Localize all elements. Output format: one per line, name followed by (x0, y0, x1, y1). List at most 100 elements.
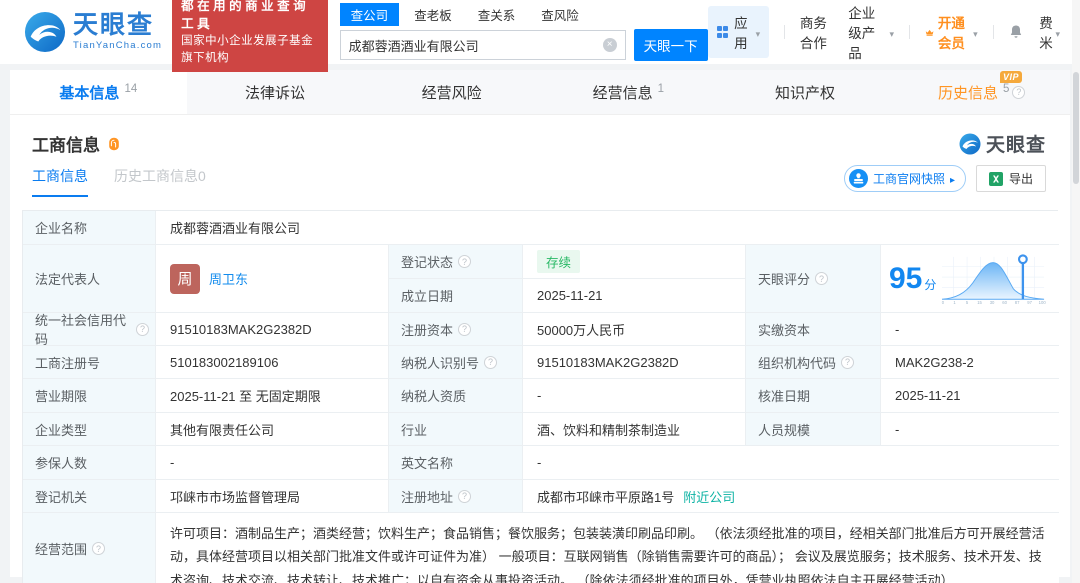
value-industry: 酒、饮料和精制茶制造业 (523, 413, 746, 446)
label-org-code: 组织机构代码 (746, 346, 881, 379)
menu-open-vip[interactable]: 开通会员 (925, 12, 978, 52)
snapshot-button-label: 工商官网快照 (873, 170, 945, 187)
value-registration-status: 存续 (523, 245, 746, 279)
help-question-icon[interactable] (841, 356, 854, 369)
business-info-table: 企业名称 成都蓉酒酒业有限公司 法定代表人 周 周卫东 登记状态 存续 天眼评分… (22, 210, 1058, 583)
watermark-text: 天眼查 (986, 130, 1046, 157)
svg-text:15: 15 (978, 300, 983, 305)
tab-label: 经营信息 (593, 82, 653, 103)
label-registration-authority: 登记机关 (23, 480, 156, 513)
tab-label: 历史信息 VIP (938, 82, 998, 103)
tab-basic-info[interactable]: 基本信息 14 (10, 70, 187, 114)
username: 费米 (1039, 12, 1053, 52)
value-establish-date: 2025-11-21 (523, 279, 746, 313)
search-input[interactable] (341, 38, 603, 53)
export-button[interactable]: 导出 (976, 165, 1046, 192)
chevron-down-icon (1053, 25, 1060, 40)
apps-menu-label: 应用 (734, 12, 748, 52)
logo-subtitle: TianYanCha.com (73, 40, 162, 51)
subtab-business-info[interactable]: 工商信息 (32, 166, 88, 197)
label-registration-number: 工商注册号 (23, 346, 156, 379)
excel-export-icon (989, 172, 1003, 186)
arrow-right-icon (950, 172, 955, 186)
score-unit: 分 (924, 276, 936, 293)
value-legal-representative: 周 周卫东 (156, 245, 389, 313)
logo-title: 天眼查 (73, 13, 162, 38)
label-credit-code: 统一社会信用代码 (23, 313, 156, 346)
label-company-name: 企业名称 (23, 211, 156, 245)
tab-history-info[interactable]: 历史信息 VIP 5 (893, 70, 1070, 114)
search-tab-relation[interactable]: 查关系 (467, 3, 527, 26)
tianyancha-watermark: 天眼查 (959, 130, 1046, 157)
tab-count: 5 (1003, 83, 1009, 95)
tab-label: 知识产权 (775, 82, 835, 103)
page-scrollbar (1072, 0, 1080, 583)
tab-operating-risk[interactable]: 经营风险 (363, 70, 540, 114)
company-detail-card: 基本信息 14 法律诉讼 经营风险 经营信息 1 知识产权 历史信息 VIP 5… (10, 70, 1070, 577)
clear-search-icon[interactable] (603, 38, 617, 52)
help-question-icon[interactable] (458, 490, 471, 503)
value-registered-address: 成都市邛崃市平原路1号 附近公司 (523, 480, 1059, 513)
stamp-icon (849, 169, 868, 188)
apps-grid-icon (717, 26, 729, 38)
label-establish-date: 成立日期 (389, 279, 523, 313)
value-taxpayer-id: 91510183MAK2G2382D (523, 346, 746, 379)
tab-count: 1 (658, 83, 664, 95)
vip-crown-icon (925, 26, 934, 39)
tab-label: 经营风险 (422, 82, 482, 103)
help-question-icon[interactable] (458, 255, 471, 268)
scrollbar-thumb[interactable] (1073, 72, 1079, 184)
status-badge: 存续 (537, 250, 580, 273)
open-vip-label: 开通会员 (938, 12, 967, 52)
user-menu[interactable]: 费米 (1039, 12, 1060, 52)
score-distribution-chart: 0 1 5 15 30 60 87 97 100 (938, 253, 1050, 305)
legal-rep-link[interactable]: 周卫东 (209, 269, 248, 288)
tab-operating-info[interactable]: 经营信息 1 (540, 70, 717, 114)
svg-text:0: 0 (942, 300, 945, 305)
value-org-code: MAK2G238-2 (881, 346, 1059, 379)
value-tianyan-score[interactable]: 95 分 0 1 (881, 245, 1059, 313)
value-staff-size: - (881, 413, 1059, 446)
search-tab-company[interactable]: 查公司 (340, 3, 400, 26)
label-business-scope: 经营范围 (23, 513, 156, 583)
value-paid-capital: - (881, 313, 1059, 346)
svg-text:1: 1 (954, 300, 957, 305)
search-button[interactable]: 天眼一下 (634, 29, 708, 61)
help-question-icon[interactable] (815, 272, 828, 285)
tab-legal-proceedings[interactable]: 法律诉讼 (187, 70, 364, 114)
legal-rep-avatar[interactable]: 周 (170, 264, 200, 294)
value-taxpayer-quality: - (523, 379, 746, 413)
nearby-companies-link[interactable]: 附近公司 (683, 487, 735, 506)
help-question-icon[interactable] (92, 542, 105, 555)
help-question-icon[interactable] (1012, 86, 1025, 99)
tab-label: 基本信息 (59, 82, 119, 103)
tab-intellectual-property[interactable]: 知识产权 (717, 70, 894, 114)
subtab-history-business-info[interactable]: 历史工商信息0 (114, 166, 206, 197)
help-question-icon[interactable] (458, 323, 471, 336)
tab-count: 14 (124, 83, 137, 95)
section-head: 工商信息 天眼查 (10, 115, 1070, 157)
search-tab-boss[interactable]: 查老板 (403, 3, 463, 26)
help-question-icon[interactable] (484, 356, 497, 369)
label-tianyan-score: 天眼评分 (746, 245, 881, 313)
chevron-down-icon (971, 25, 978, 40)
site-logo[interactable]: 天眼查 TianYanCha.com (24, 11, 162, 53)
notification-bell-icon[interactable] (1008, 24, 1024, 40)
top-menu: 应用 商务合作 企业级产品 开通会员 费米 (708, 2, 1060, 62)
apps-menu[interactable]: 应用 (708, 6, 770, 58)
svg-text:87: 87 (1015, 300, 1020, 305)
label-paid-capital: 实缴资本 (746, 313, 881, 346)
value-company-type: 其他有限责任公司 (156, 413, 389, 446)
svg-text:100: 100 (1039, 300, 1047, 305)
top-header: 天眼查 TianYanCha.com 都在用的商业查询工具 国家中小企业发展子基… (0, 0, 1080, 64)
chevron-down-icon (754, 25, 761, 40)
official-snapshot-button[interactable]: 工商官网快照 (844, 165, 966, 192)
help-question-icon[interactable] (136, 323, 149, 336)
value-company-name: 成都蓉酒酒业有限公司 (156, 211, 1059, 245)
label-staff-size: 人员规模 (746, 413, 881, 446)
section-title: 工商信息 (32, 131, 120, 156)
menu-enterprise-products[interactable]: 企业级产品 (848, 2, 894, 62)
menu-business-cooperation[interactable]: 商务合作 (800, 12, 833, 52)
vip-badge: VIP (1000, 71, 1022, 83)
search-tab-risk[interactable]: 查风险 (530, 3, 590, 26)
